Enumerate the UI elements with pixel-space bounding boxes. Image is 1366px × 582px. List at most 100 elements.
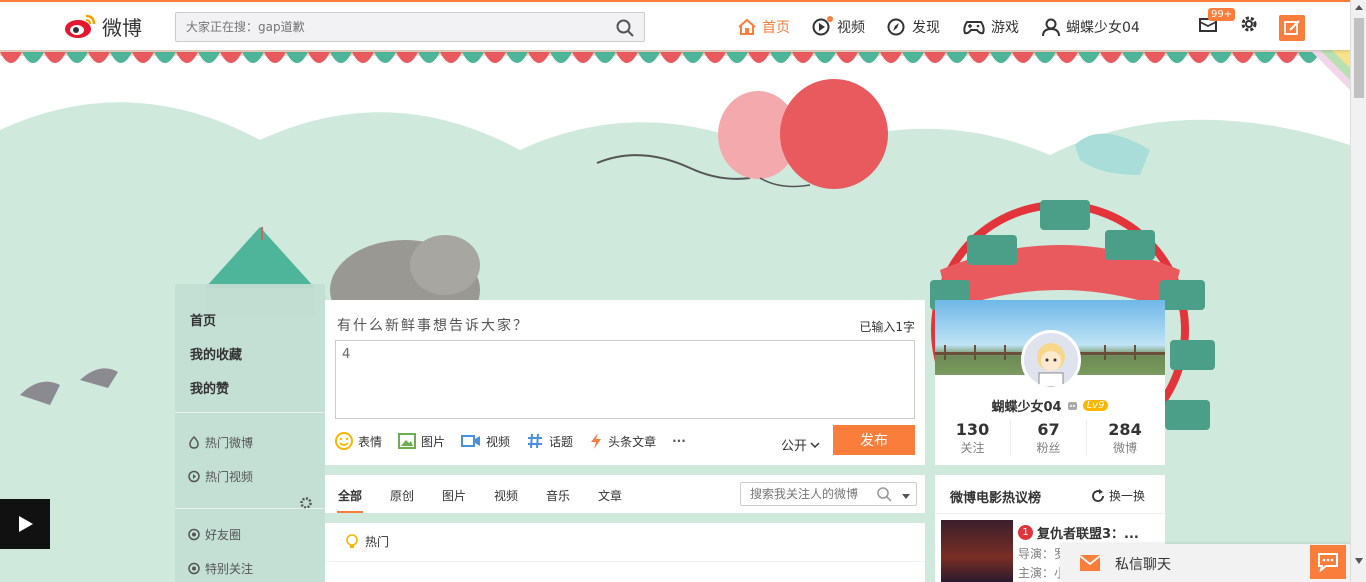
rank-badge: 1 (1018, 525, 1033, 540)
weibo-logo[interactable]: 微博 (64, 10, 142, 42)
play-icon (19, 516, 33, 532)
settings-button[interactable] (1239, 14, 1259, 38)
headline-label: 头条文章 (608, 434, 657, 449)
compose-button[interactable] (1279, 15, 1305, 41)
nav-video[interactable]: 视频 (812, 16, 865, 37)
caret-down-icon[interactable] (901, 489, 911, 504)
profile-name[interactable]: 蝴蝶少女04 (992, 396, 1062, 415)
bunting-flag (704, 52, 726, 63)
level-badge[interactable]: Lv9 (1082, 400, 1109, 411)
visibility-select[interactable]: 公开 (781, 435, 820, 454)
nav-games[interactable]: 游戏 (962, 17, 1019, 37)
gamepad-icon (963, 21, 985, 35)
sidebar-item-special-follow[interactable]: 特别关注 (188, 560, 253, 577)
sidebar-item-likes[interactable]: 我的赞 (190, 378, 229, 397)
sidebar-item-friends-circle[interactable]: 好友圈 (188, 526, 241, 543)
bunting-flag (506, 52, 528, 63)
char-count: 已输入1字 (859, 320, 915, 334)
message-count-badge: 99+ (1208, 8, 1236, 21)
chat-bubble-icon (1318, 553, 1338, 572)
emoji-button[interactable]: 表情 (335, 432, 382, 450)
stat-posts[interactable]: 284 微博 (1087, 420, 1163, 456)
sidebar-item-favorites[interactable]: 我的收藏 (190, 344, 242, 363)
sidebar-item-home[interactable]: 首页 (190, 310, 216, 329)
global-search-input[interactable] (176, 13, 596, 41)
tab-original[interactable]: 原创 (390, 487, 414, 504)
image-button[interactable]: 图片 (398, 433, 445, 450)
nav-discover[interactable]: 发现 (887, 17, 940, 37)
search-icon[interactable] (877, 487, 892, 506)
nav-home[interactable]: 首页 (737, 17, 790, 37)
stat-label: 关注 (960, 441, 985, 455)
sidebar-divider (175, 412, 325, 413)
user-icon (1042, 18, 1060, 36)
hot-section-header[interactable]: 热门 (345, 533, 389, 550)
active-tab-indicator (337, 511, 363, 513)
stat-followers[interactable]: 67 粉丝 (1011, 420, 1087, 456)
bunting-flag (220, 52, 242, 63)
bunting-flag (1034, 52, 1056, 63)
video-camera-icon (461, 435, 481, 447)
bunting-flag (968, 52, 990, 63)
visibility-label: 公开 (781, 439, 808, 454)
page-scrollbar[interactable] (1350, 0, 1366, 582)
tab-music[interactable]: 音乐 (546, 487, 570, 504)
video-button[interactable]: 视频 (461, 433, 510, 450)
topic-button[interactable]: 话题 (526, 432, 573, 450)
bunting-flag (154, 52, 176, 63)
logo-text: 微博 (102, 15, 142, 40)
stat-label: 微博 (1112, 441, 1137, 455)
bunting-flag (946, 52, 968, 63)
bunting-flag (836, 52, 858, 63)
bunting-flag (572, 52, 594, 63)
left-sidebar: 首页 我的收藏 我的赞 热门微博 热门视频 好友圈 特别关注 (175, 284, 325, 582)
stat-following[interactable]: 130 关注 (935, 420, 1011, 456)
divider (325, 561, 925, 562)
bunting-flag (440, 52, 462, 63)
feed-search[interactable] (740, 482, 917, 506)
nav-profile-label: 蝴蝶少女04 (1066, 20, 1140, 36)
divider (935, 513, 1165, 514)
bunting-flag (924, 52, 946, 63)
more-button[interactable]: ··· (672, 434, 686, 448)
bunting-flag (902, 52, 924, 63)
nav-profile[interactable]: 蝴蝶少女04 (1041, 17, 1140, 37)
bunting-flag (1188, 52, 1210, 63)
tab-all[interactable]: 全部 (338, 487, 362, 504)
bunting-flag (880, 52, 902, 63)
movie-title[interactable]: 复仇者联盟3：... (1037, 523, 1139, 542)
tab-images[interactable]: 图片 (442, 487, 466, 504)
messages-button[interactable]: 99+ (1198, 8, 1236, 38)
search-icon[interactable] (616, 19, 634, 41)
bunting-flag (550, 52, 572, 63)
avatar[interactable] (1021, 330, 1081, 390)
bunting-flag (1012, 52, 1034, 63)
skin-corner-icon[interactable] (1310, 50, 1350, 90)
bunting-flag (770, 52, 792, 63)
headline-article-button[interactable]: 头条文章 (589, 432, 656, 450)
bunting-flag (110, 52, 132, 63)
hashtag-icon (528, 433, 543, 449)
bunting-flag (1254, 52, 1276, 63)
stat-label: 粉丝 (1036, 441, 1061, 455)
global-search[interactable] (175, 12, 645, 42)
movie-poster[interactable] (941, 520, 1013, 582)
sidebar-item-hot-weibo[interactable]: 热门微博 (188, 434, 253, 451)
lightbulb-icon (346, 533, 358, 548)
floating-video-player[interactable] (0, 499, 50, 549)
nav-discover-label: 发现 (912, 20, 940, 36)
publish-button[interactable]: 发布 (833, 425, 915, 455)
bunting-flag (814, 52, 836, 63)
chat-open-button[interactable] (1310, 545, 1346, 579)
sidebar-item-hot-video[interactable]: 热门视频 (188, 468, 253, 485)
feed-search-input[interactable] (741, 483, 871, 505)
hot-section: 热门 (325, 523, 925, 582)
bunting-flag (66, 52, 88, 63)
private-chat-bar[interactable]: 私信聊天 (1060, 544, 1350, 582)
sidebar-settings-icon[interactable] (299, 496, 313, 514)
post-textarea[interactable]: 4 (335, 340, 915, 419)
refresh-button[interactable]: 换一换 (1091, 487, 1145, 504)
bunting-flag (1166, 52, 1188, 63)
tab-videos[interactable]: 视频 (494, 487, 518, 504)
tab-articles[interactable]: 文章 (598, 487, 622, 504)
